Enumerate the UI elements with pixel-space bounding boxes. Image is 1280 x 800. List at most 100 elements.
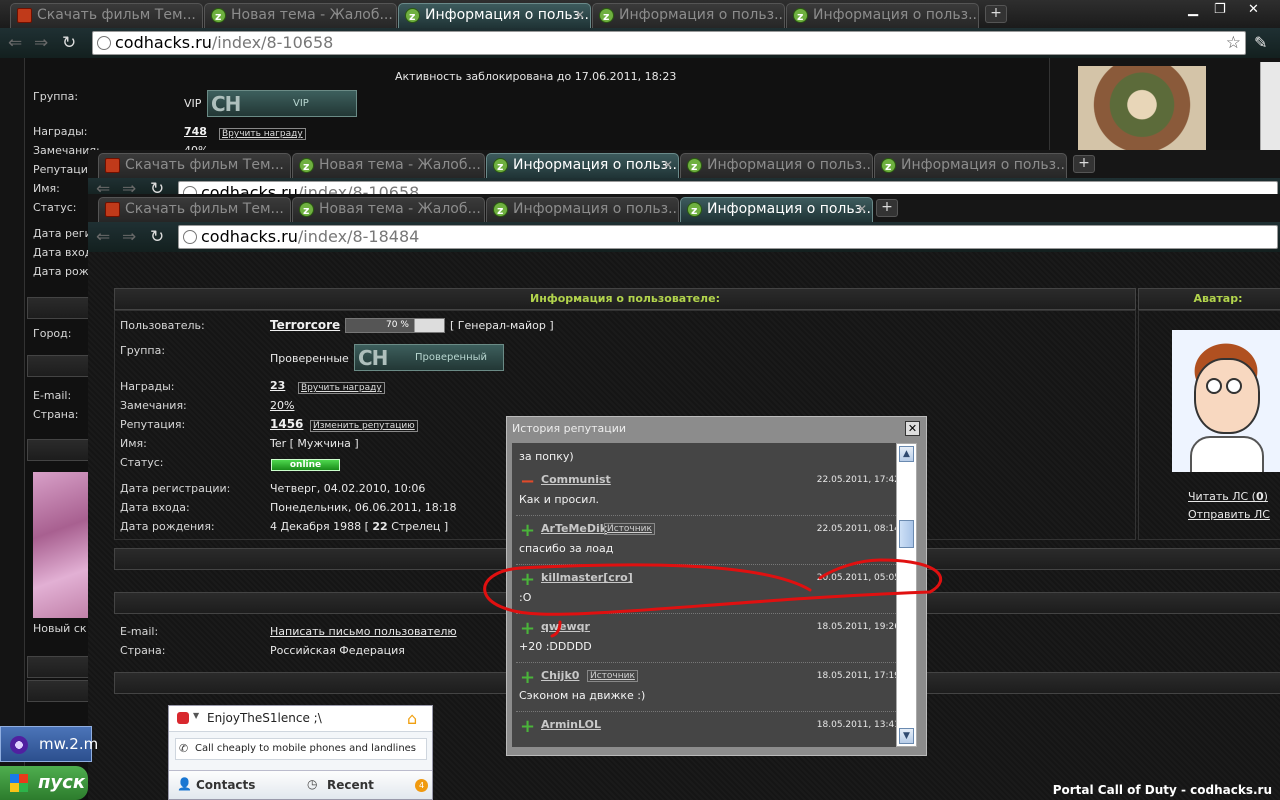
- tab-5[interactable]: Информация о польз...: [874, 153, 1067, 178]
- entry-username-link[interactable]: Chijk0: [541, 669, 579, 682]
- entry-comment: +20 :DDDDD: [519, 640, 592, 653]
- reg-date-value: Четверг, 04.02.2010, 10:06: [270, 482, 426, 495]
- tab-3-active[interactable]: Информация о польз...✕: [486, 153, 679, 178]
- tab-4[interactable]: Информация о польз...: [680, 153, 873, 178]
- skype-promo-text: Call cheaply to mobile phones and landli…: [195, 743, 417, 754]
- entry-username-link[interactable]: qwewqr: [541, 620, 590, 633]
- reputation-label: Репутация:: [120, 418, 186, 431]
- popup-title: История репутации: [512, 422, 627, 435]
- read-pm-link[interactable]: Читать ЛС (0): [1188, 490, 1268, 503]
- reputation-link[interactable]: 1456: [270, 417, 303, 431]
- give-award-link[interactable]: Вручить награду: [298, 382, 385, 394]
- reputation-value: 1456: [270, 417, 303, 431]
- rank-progress-text: 70 %: [386, 320, 409, 330]
- forward-arrow-icon[interactable]: ⇒: [122, 228, 136, 246]
- restore-icon[interactable]: ❐: [1214, 2, 1226, 17]
- close-tab-icon[interactable]: ✕: [857, 198, 867, 220]
- address-bar[interactable]: codhacks.ru/index/8-18484: [178, 225, 1278, 249]
- write-email-link[interactable]: Написать письмо пользователю: [270, 625, 457, 638]
- globe-icon: [183, 230, 197, 244]
- new-tab-button[interactable]: +: [876, 199, 898, 217]
- tab-1[interactable]: Скачать фильм Тем...: [98, 197, 291, 222]
- close-window-icon[interactable]: ✕: [1248, 2, 1259, 17]
- give-award-link[interactable]: Вручить награду: [219, 128, 306, 140]
- popup-scrollbar[interactable]: ▲ ▼: [896, 443, 917, 747]
- entry-username-link[interactable]: ArTeMeDik: [541, 522, 607, 535]
- star-icon[interactable]: ☆: [1226, 32, 1241, 54]
- skype-promo-row[interactable]: ✆ Call cheaply to mobile phones and land…: [175, 738, 427, 760]
- tab-strip: Скачать фильм Тем... Новая тема - Жалоб.…: [88, 150, 1280, 178]
- pm-count: 0: [1255, 490, 1264, 503]
- recent-tab[interactable]: Recent: [327, 778, 374, 792]
- favicon-icon: [105, 202, 120, 217]
- entry-source-link[interactable]: Источник: [604, 523, 655, 535]
- contacts-tab[interactable]: Contacts: [196, 778, 255, 792]
- address-bar[interactable]: codhacks.ru/index/8-10658 ☆: [92, 31, 1246, 55]
- awards-label: Награды:: [33, 125, 88, 138]
- award-link-wrap: Вручить награду: [219, 126, 306, 140]
- tab-3[interactable]: Информация о польз...: [486, 197, 679, 222]
- tab-title: Новая тема - Жалоб...: [231, 7, 393, 23]
- tab-4-active[interactable]: Информация о польз...✕: [680, 197, 873, 222]
- entry-username-link[interactable]: killmaster[cro]: [541, 571, 633, 584]
- home-icon[interactable]: ⌂: [407, 709, 417, 728]
- screenshot-thumbnail[interactable]: [33, 472, 91, 618]
- contacts-icon: 👤: [177, 777, 192, 791]
- tab-title: Новая тема - Жалоб...: [319, 157, 481, 173]
- wrench-icon[interactable]: ✎: [1254, 33, 1267, 52]
- tab-2[interactable]: Новая тема - Жалоб...: [292, 197, 485, 222]
- close-tab-icon[interactable]: ✕: [575, 4, 585, 26]
- awards-link[interactable]: 748: [184, 125, 207, 138]
- tab-title: Информация о польз...: [513, 157, 679, 173]
- warnings-link[interactable]: 20%: [270, 399, 294, 412]
- new-tab-button[interactable]: +: [1073, 155, 1095, 173]
- popup-close-button[interactable]: ✕: [905, 421, 920, 436]
- send-pm-link[interactable]: Отправить ЛС: [1188, 508, 1270, 521]
- tab-1[interactable]: Скачать фильм Тем...: [10, 3, 203, 28]
- user-avatar-image: [1078, 66, 1206, 152]
- tab-2[interactable]: Новая тема - Жалоб...: [204, 3, 397, 28]
- forward-arrow-icon[interactable]: ⇒: [34, 34, 48, 52]
- scroll-up-icon[interactable]: ▲: [899, 446, 914, 462]
- taskbar-app-button[interactable]: mw.2.m: [0, 726, 98, 762]
- start-button[interactable]: пуск: [0, 766, 88, 800]
- avatar-section-title: Аватар:: [1193, 292, 1243, 305]
- back-arrow-icon[interactable]: ⇐: [8, 34, 22, 52]
- favicon-icon: [793, 6, 808, 28]
- scroll-thumb[interactable]: [899, 520, 914, 548]
- skype-status-icon[interactable]: [177, 712, 189, 724]
- entry-username-link[interactable]: Communist: [541, 473, 611, 486]
- new-tab-button[interactable]: +: [985, 5, 1007, 23]
- tab-4[interactable]: Информация о польз...: [592, 3, 785, 28]
- username-link[interactable]: Terrorcore: [270, 318, 340, 332]
- reload-icon[interactable]: ↻: [62, 34, 76, 52]
- avatar-header-band: Аватар:: [1138, 288, 1280, 310]
- reputation-label: Репутаци: [33, 163, 88, 176]
- back-arrow-icon[interactable]: ⇐: [96, 228, 110, 246]
- reputation-entry: + qwewqr 18.05.2011, 19:26 +20 :DDDDD: [512, 614, 900, 663]
- country-label: Страна:: [120, 644, 166, 657]
- entry-username-link[interactable]: ArminLOL: [541, 718, 601, 731]
- group-value: Проверенные: [270, 352, 349, 365]
- tab-2[interactable]: Новая тема - Жалоб...: [292, 153, 485, 178]
- change-reputation-link[interactable]: Изменить репутацию: [310, 420, 418, 432]
- entry-source-link[interactable]: Источник: [587, 670, 638, 682]
- login-date-label: Дата входа:: [120, 501, 190, 514]
- reload-icon[interactable]: ↻: [150, 228, 164, 246]
- tab-5[interactable]: Информация о польз...: [786, 3, 979, 28]
- minimize-icon[interactable]: ▁: [1188, 2, 1198, 17]
- awards-link[interactable]: 23: [270, 379, 285, 392]
- tab-1[interactable]: Скачать фильм Тем...: [98, 153, 291, 178]
- dropdown-icon[interactable]: ▼: [193, 711, 199, 720]
- app-icon: [10, 736, 28, 754]
- scroll-down-icon[interactable]: ▼: [899, 728, 914, 744]
- close-tab-icon[interactable]: ✕: [663, 154, 673, 176]
- tab-title: Информация о польз...: [619, 7, 785, 23]
- favicon-icon: [299, 200, 314, 222]
- plus-icon: +: [520, 667, 536, 688]
- status-label: Статус:: [33, 201, 77, 214]
- skype-mood-message[interactable]: EnjoyTheS1lence ;\: [207, 711, 322, 725]
- awards-value: 23: [270, 379, 285, 392]
- tab-3-active[interactable]: Информация о польз...✕: [398, 3, 591, 28]
- tab-title: Скачать фильм Тем...: [125, 201, 284, 217]
